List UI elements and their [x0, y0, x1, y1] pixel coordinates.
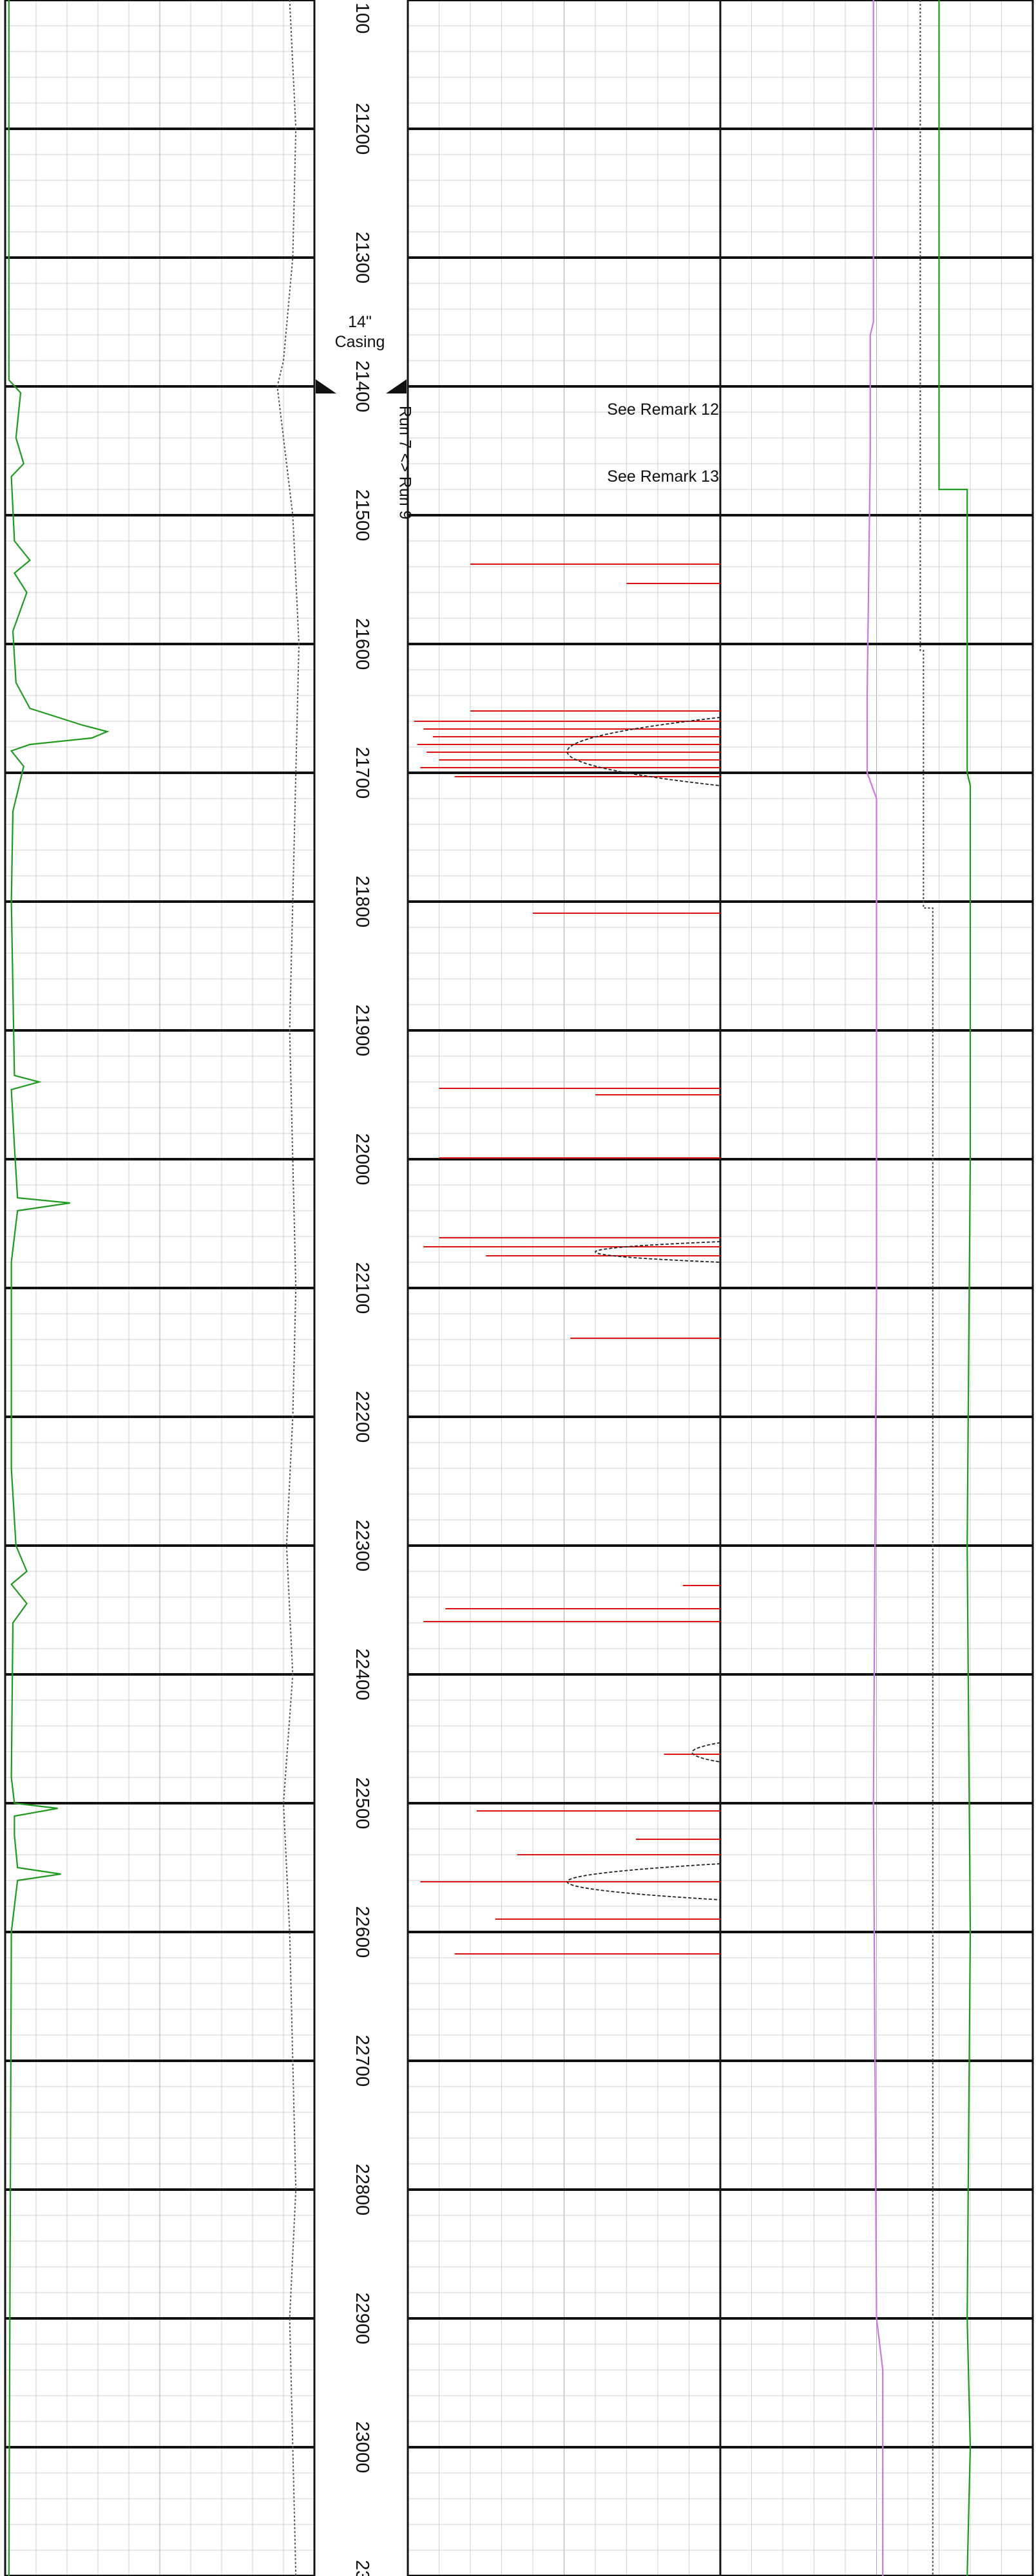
depth-label: 23000 — [352, 2421, 372, 2474]
dashed-envelope — [691, 1742, 721, 1763]
depth-label: 22900 — [352, 2293, 372, 2345]
depth-label: 22800 — [352, 2164, 372, 2216]
casing-label: Casing — [335, 333, 385, 351]
depth-axis: 21200 21300 21400 21500 21600 21700 21800 21900… — [352, 3, 372, 2576]
depth-label: 22100 — [352, 1262, 372, 1314]
casing-shoe-left-icon — [316, 379, 336, 393]
depth-label: 21500 — [352, 489, 372, 542]
depth-label: 21300 — [352, 232, 372, 284]
remark-label: See Remark 13 — [607, 468, 719, 486]
depth-label: 21900 — [352, 1005, 372, 1057]
depth-label: 21200 — [352, 103, 372, 155]
run-change-label: Run 7 <> Run 9 — [396, 406, 414, 520]
depth-label: 21600 — [352, 618, 372, 670]
depth-label: 22700 — [352, 2035, 372, 2087]
annotations: 14" Casing Run 7 <> Run 9 See Remark 12 See … — [316, 313, 719, 520]
casing-shoe-right-icon — [386, 379, 407, 393]
depth-label: 21800 — [352, 876, 372, 928]
depth-label: 22600 — [352, 1906, 372, 1958]
depth-label: 22500 — [352, 1777, 372, 1830]
depth-label: 22200 — [352, 1391, 372, 1443]
casing-label: 14" — [348, 313, 372, 331]
depth-label: 22000 — [352, 1133, 372, 1186]
well-log-chart: 21200 21300 21400 21500 21600 21700 21800 21900… — [4, 0, 1034, 2576]
depth-label: 22400 — [352, 1649, 372, 1701]
depth-label-partial-top: 100 — [352, 3, 372, 33]
depth-label: 22300 — [352, 1520, 372, 1572]
depth-label: 21400 — [352, 361, 372, 413]
depth-label-partial-bottom: 23 — [352, 2560, 372, 2576]
depth-label: 21700 — [352, 747, 372, 799]
grid — [4, 0, 1034, 2576]
remark-label: See Remark 12 — [607, 401, 719, 419]
